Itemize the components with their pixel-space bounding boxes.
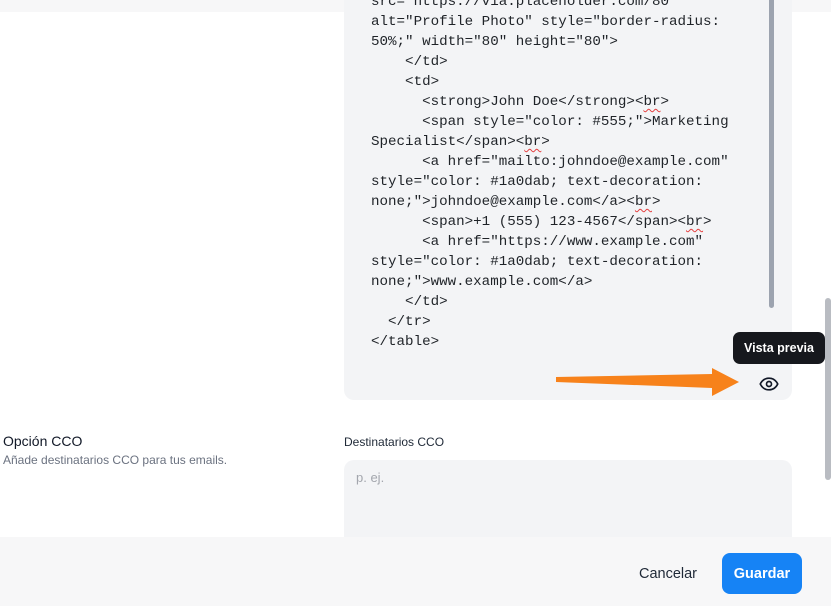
save-button[interactable]: Guardar (722, 553, 802, 594)
code-line: <td> (371, 74, 440, 90)
code-line: style="color: #1a0dab; text-decoration: (371, 174, 704, 190)
editor-scrollbar[interactable] (769, 0, 774, 308)
eye-icon (759, 377, 779, 391)
signature-code-editor[interactable]: src="https://via.placeholder.com/80" alt=… (344, 0, 792, 400)
code-line: alt="Profile Photo" style="border-radius… (371, 14, 721, 30)
code-line: </table> (371, 334, 440, 350)
code-line: <span style="color: #555;">Marketing (371, 114, 729, 130)
code-line: <span>+1 (555) 123-4567</span><br> (371, 214, 712, 230)
code-line: style="color: #1a0dab; text-decoration: (371, 254, 704, 270)
code-text[interactable]: src="https://via.placeholder.com/80" alt=… (371, 0, 741, 352)
bcc-option-title: Opción CCO (3, 433, 83, 449)
code-line: </tr> (371, 314, 431, 330)
code-line: </td> (371, 294, 448, 310)
code-line: src="https://via.placeholder.com/80" (371, 0, 678, 10)
code-line: <a href="https://www.example.com" (371, 234, 704, 250)
code-line: 50%;" width="80" height="80"> (371, 34, 618, 50)
annotation-arrow (556, 368, 739, 396)
bcc-recipients-label: Destinatarios CCO (344, 435, 445, 449)
bcc-option-description: Añade destinatarios CCO para tus emails. (3, 453, 228, 467)
cancel-button[interactable]: Cancelar (630, 554, 706, 594)
footer-bar (0, 537, 831, 606)
preview-button[interactable] (757, 372, 781, 396)
page-scrollbar[interactable] (825, 298, 831, 480)
code-line: none;">www.example.com</a> (371, 274, 593, 290)
code-line: none;">johndoe@example.com</a><br> (371, 194, 661, 210)
code-line: </td> (371, 54, 448, 70)
preview-tooltip: Vista previa (733, 332, 825, 364)
code-line: <a href="mailto:johndoe@example.com" (371, 154, 729, 170)
code-line: Specialist</span><br> (371, 134, 550, 150)
code-line: <strong>John Doe</strong><br> (371, 94, 669, 110)
